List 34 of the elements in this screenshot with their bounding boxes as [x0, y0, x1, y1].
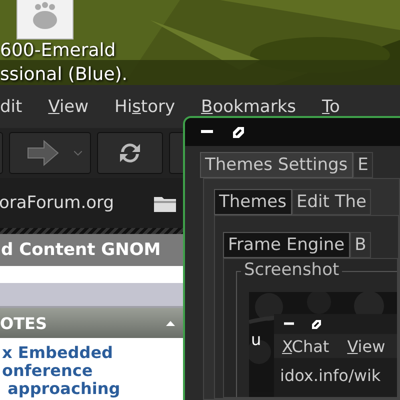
tab[interactable]: B	[350, 232, 372, 258]
tab[interactable]: Themes	[214, 189, 292, 215]
news-link[interactable]: x Embedded	[0, 344, 183, 362]
menu-item[interactable]: dit	[0, 96, 22, 116]
maximize-icon	[312, 320, 321, 328]
news-link[interactable]: onference	[0, 362, 183, 380]
menu-item[interactable]: XChat	[282, 336, 330, 356]
menu-item[interactable]: To	[322, 96, 340, 116]
icon-label: 600-Emerald	[0, 41, 116, 60]
caret-icon[interactable]	[74, 150, 82, 156]
menu-item[interactable]: Bookmarks	[201, 96, 296, 116]
reload-button[interactable]	[97, 132, 163, 174]
url-field[interactable]: oraForum.org	[0, 193, 154, 213]
arrow-right-icon	[26, 140, 60, 166]
minimize-icon[interactable]	[201, 130, 213, 134]
page-heading: d Content GNOM	[0, 234, 183, 266]
menu-item[interactable]: History	[114, 96, 176, 116]
minimize-icon	[284, 322, 294, 326]
tab[interactable]: Edit The	[292, 189, 372, 215]
sidebar-title: OTES	[0, 314, 47, 332]
news-link[interactable]: approaching	[0, 380, 183, 398]
collapse-icon[interactable]	[166, 320, 175, 326]
forward-button[interactable]	[9, 132, 91, 174]
tab[interactable]: E	[352, 152, 374, 178]
maximize-icon[interactable]	[233, 126, 244, 138]
folder-icon[interactable]	[154, 194, 176, 212]
url-text: idox.info/wik	[279, 366, 382, 385]
preview-text: u	[251, 330, 262, 349]
tab[interactable]: Frame Engine	[223, 232, 350, 258]
menu-item[interactable]: View	[48, 96, 89, 116]
menu-item[interactable]: View	[347, 336, 386, 356]
icon-label: ssional (Blue).	[0, 65, 128, 84]
tab[interactable]: Themes Settings	[200, 152, 353, 178]
file-icon[interactable]	[16, 0, 74, 40]
